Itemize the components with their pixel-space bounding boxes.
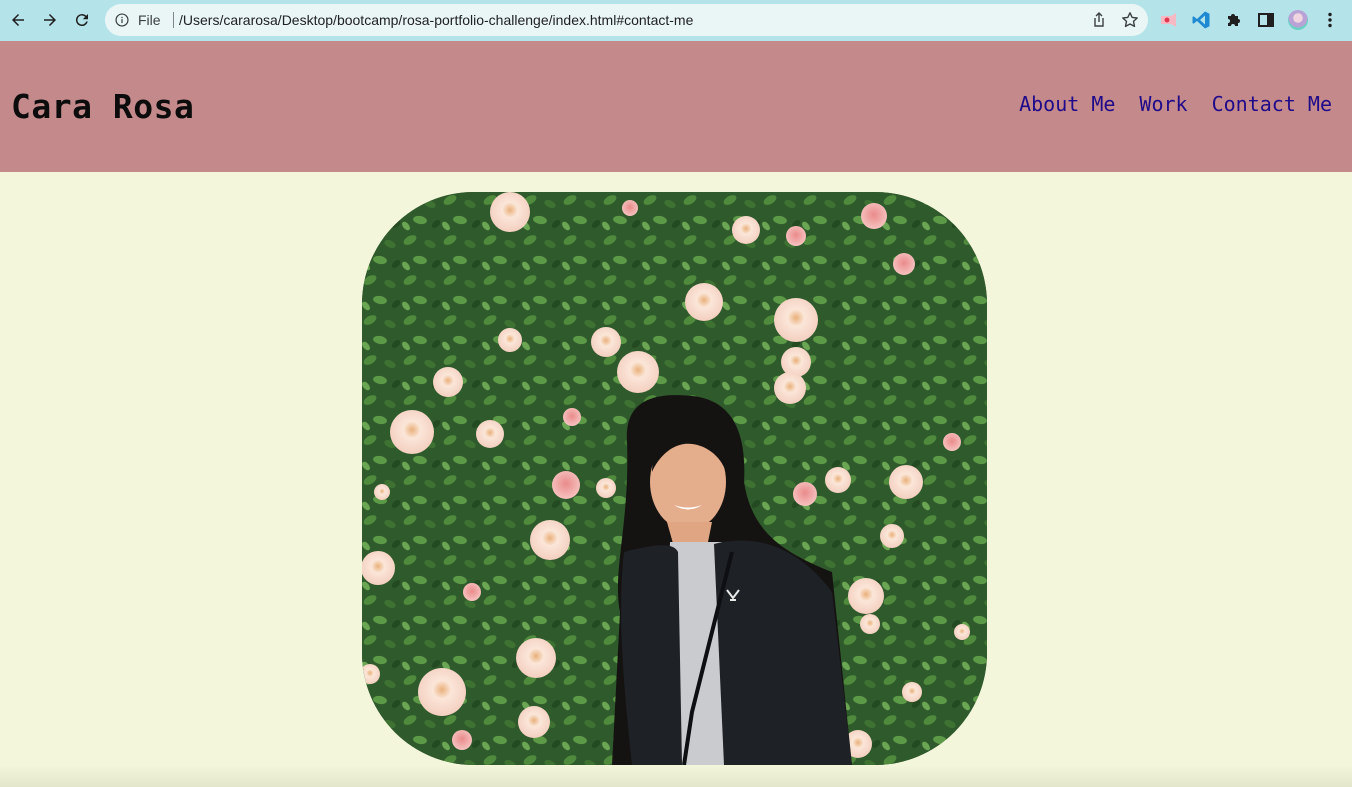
site-title: Cara Rosa (11, 87, 195, 126)
nav-link-work[interactable]: Work (1139, 92, 1187, 116)
nav-link-contact-me[interactable]: Contact Me (1212, 92, 1332, 116)
nav-link-about-me[interactable]: About Me (1019, 92, 1115, 116)
site-header: Cara Rosa About Me Work Contact Me (0, 41, 1352, 172)
url-text[interactable]: /Users/cararosa/Desktop/bootcamp/rosa-po… (179, 12, 693, 28)
profile-photo (362, 192, 987, 765)
omnibox-divider (173, 12, 174, 28)
site-nav: About Me Work Contact Me (1019, 92, 1332, 116)
info-icon[interactable] (115, 13, 129, 27)
arrow-left-icon (12, 14, 24, 26)
reload-icon (75, 14, 88, 27)
address-bar[interactable]: File /Users/cararosa/Desktop/bootcamp/ro… (105, 4, 1148, 36)
forward-button[interactable] (38, 8, 62, 32)
back-button[interactable] (6, 8, 30, 32)
profile-avatar[interactable] (1288, 10, 1308, 30)
share-icon[interactable] (1090, 11, 1108, 29)
puzzle-icon[interactable] (1224, 10, 1244, 30)
side-panel-icon[interactable] (1256, 10, 1276, 30)
window-bottom-edge (0, 765, 1352, 787)
vscode-icon[interactable] (1191, 10, 1211, 30)
screen-recorder-icon[interactable] (1159, 10, 1179, 30)
reload-button[interactable] (70, 8, 94, 32)
file-scheme-label: File (138, 12, 161, 28)
rose-bush-portrait-image (362, 192, 987, 765)
kebab-menu-icon[interactable] (1320, 10, 1340, 30)
star-icon[interactable] (1121, 11, 1139, 29)
browser-toolbar: File /Users/cararosa/Desktop/bootcamp/ro… (0, 0, 1352, 41)
arrow-right-icon (44, 14, 56, 26)
